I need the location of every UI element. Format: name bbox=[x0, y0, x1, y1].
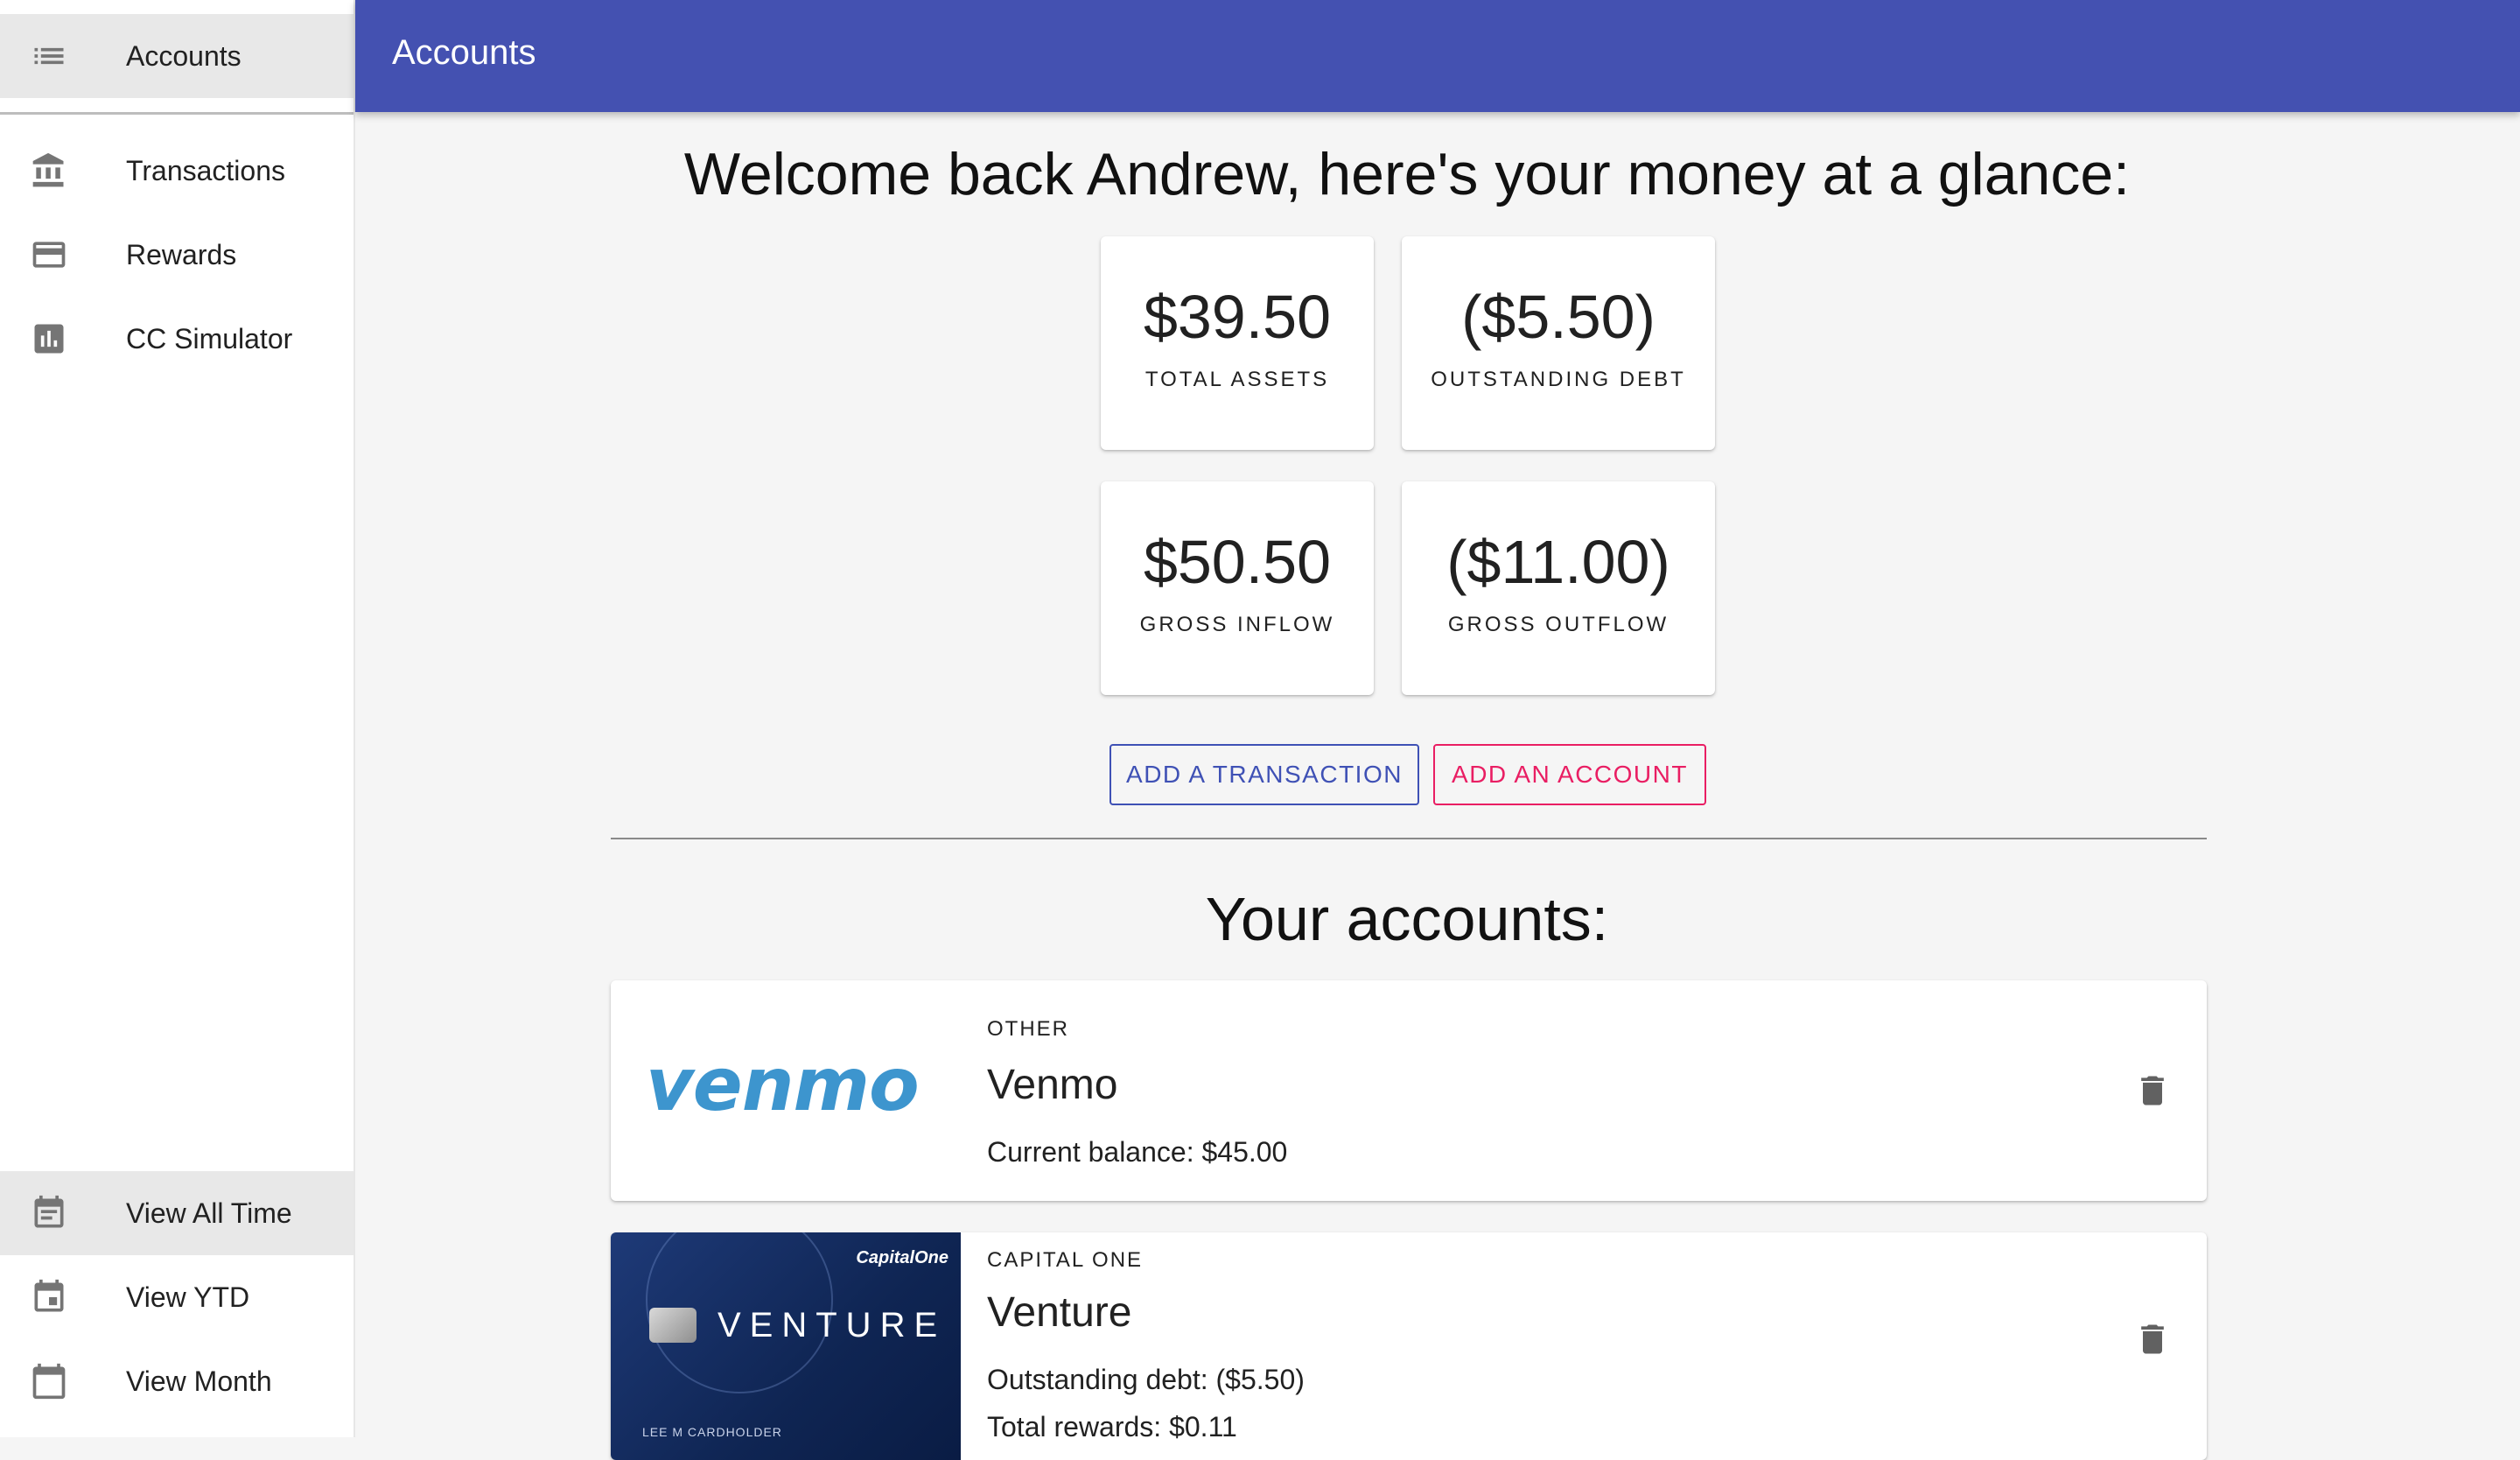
account-type: CAPITAL ONE bbox=[987, 1248, 1144, 1272]
sidebar-item-view-all-time[interactable]: View All Time bbox=[0, 1171, 354, 1255]
stat-card-outstanding-debt: ($5.50) OUTSTANDING DEBT bbox=[1402, 236, 1715, 450]
account-rewards: Total rewards: $0.11 bbox=[987, 1411, 1237, 1442]
stat-label: GROSS OUTFLOW bbox=[1447, 613, 1670, 636]
delete-icon[interactable] bbox=[2133, 1320, 2172, 1358]
sidebar-item-label: Accounts bbox=[126, 39, 242, 72]
sidebar-item-accounts[interactable]: Accounts bbox=[0, 14, 354, 98]
stat-value: ($11.00) bbox=[1446, 528, 1670, 596]
sidebar-item-transactions[interactable]: Transactions bbox=[0, 129, 354, 213]
stat-card-total-assets: $39.50 TOTAL ASSETS bbox=[1101, 236, 1374, 450]
stat-value: $39.50 bbox=[1143, 283, 1332, 351]
sidebar: Accounts Transactions Rewards CC Simulat… bbox=[0, 0, 355, 1437]
sidebar-item-label: View Month bbox=[126, 1365, 272, 1397]
sidebar-item-label: View YTD bbox=[126, 1281, 250, 1313]
calendar-event-icon bbox=[30, 1278, 68, 1316]
card-chip-icon bbox=[649, 1308, 696, 1343]
account-debt: Outstanding debt: ($5.50) bbox=[987, 1364, 1305, 1395]
add-transaction-button[interactable]: ADD A TRANSACTION bbox=[1110, 744, 1419, 805]
welcome-heading: Welcome back Andrew, here's your money a… bbox=[683, 141, 2131, 207]
account-card-venture[interactable]: CapitalOne VENTURE LEE M CARDHOLDER CAPI… bbox=[611, 1232, 2207, 1460]
sidebar-item-rewards[interactable]: Rewards bbox=[0, 213, 354, 297]
accounts-heading: Your accounts: bbox=[1205, 885, 1609, 953]
sidebar-item-label: Transactions bbox=[126, 154, 285, 186]
sidebar-item-label: CC Simulator bbox=[126, 322, 293, 354]
sidebar-item-cc-simulator[interactable]: CC Simulator bbox=[0, 297, 354, 381]
account-card-venmo[interactable]: venmo OTHER Venmo Current balance: $45.0… bbox=[611, 980, 2207, 1201]
bar-chart-icon bbox=[30, 319, 68, 358]
sidebar-item-label: Rewards bbox=[126, 238, 237, 270]
page-title: Accounts bbox=[392, 33, 536, 72]
section-divider bbox=[611, 838, 2207, 839]
bank-icon bbox=[30, 151, 68, 190]
event-note-icon bbox=[30, 1194, 68, 1232]
add-account-button[interactable]: ADD AN ACCOUNT bbox=[1433, 744, 1706, 805]
stat-card-gross-outflow: ($11.00) GROSS OUTFLOW bbox=[1402, 481, 1715, 695]
delete-icon[interactable] bbox=[2133, 1071, 2172, 1110]
account-name: Venmo bbox=[987, 1062, 1118, 1108]
list-icon bbox=[30, 37, 68, 75]
stat-value: $50.50 bbox=[1143, 528, 1332, 596]
stat-value: ($5.50) bbox=[1461, 283, 1656, 351]
account-balance: Current balance: $45.00 bbox=[987, 1136, 1288, 1168]
account-name: Venture bbox=[987, 1289, 1132, 1336]
calendar-icon bbox=[30, 1362, 68, 1400]
stat-card-gross-inflow: $50.50 GROSS INFLOW bbox=[1101, 481, 1374, 695]
sidebar-item-view-ytd[interactable]: View YTD bbox=[0, 1255, 354, 1339]
venmo-logo: venmo bbox=[646, 1042, 920, 1127]
app-bar: Accounts bbox=[355, 0, 2520, 112]
card-brand-logo: CapitalOne bbox=[856, 1248, 948, 1267]
sidebar-item-label: View All Time bbox=[126, 1197, 292, 1229]
stat-label: GROSS INFLOW bbox=[1139, 613, 1335, 636]
sidebar-divider bbox=[0, 112, 354, 115]
stat-label: TOTAL ASSETS bbox=[1144, 368, 1330, 391]
stat-label: OUTSTANDING DEBT bbox=[1431, 368, 1686, 391]
card-product-name: VENTURE bbox=[718, 1306, 947, 1344]
credit-card-icon bbox=[30, 235, 68, 274]
credit-card-image: CapitalOne VENTURE LEE M CARDHOLDER bbox=[611, 1232, 961, 1460]
sidebar-item-view-month[interactable]: View Month bbox=[0, 1339, 354, 1423]
account-type: OTHER bbox=[987, 1017, 1069, 1041]
